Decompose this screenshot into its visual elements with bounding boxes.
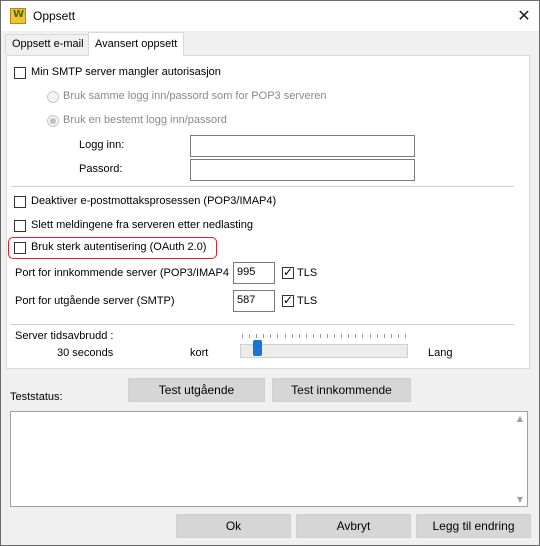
slider-tick (298, 334, 300, 338)
advanced-panel (6, 55, 530, 369)
slider-tick (242, 334, 243, 338)
tab-email-setup[interactable]: Oppsett e-mail (5, 34, 91, 54)
slider-tick (355, 334, 357, 338)
incoming-tls-checkbox[interactable] (282, 265, 294, 279)
incoming-port-input[interactable]: 995 (233, 262, 275, 284)
slider-tick (256, 334, 258, 338)
slider-tick (390, 334, 392, 338)
slider-tick (312, 334, 314, 338)
oauth-checkbox[interactable] (14, 242, 26, 254)
disable-receive-label: Deaktiver e-postmottaksprosessen (POP3/I… (31, 195, 277, 207)
divider (11, 324, 514, 325)
cancel-button[interactable]: Avbryt (296, 514, 411, 538)
divider (11, 186, 514, 187)
window-title: Oppsett (33, 9, 76, 23)
outgoing-port-input[interactable]: 587 (233, 290, 275, 312)
same-login-label: Bruk samme logg inn/passord som for POP3… (63, 90, 327, 102)
timeout-long-label: Lang (428, 347, 453, 359)
slider-tick (348, 334, 350, 338)
test-outgoing-button[interactable]: Test utgående (128, 378, 265, 402)
settings-window: W Oppsett ✕ Oppsett e-mail Avansert opps… (0, 0, 540, 546)
slider-tick (263, 334, 265, 338)
outgoing-tls-checkbox[interactable] (282, 293, 294, 307)
incoming-port-label: Port for innkommende server (POP3/IMAP4 (15, 267, 229, 279)
scroll-up-icon[interactable]: ▲ (515, 414, 525, 423)
disable-receive-checkbox[interactable] (14, 196, 26, 208)
oauth-label: Bruk sterk autentisering (OAuth 2.0) (31, 241, 207, 253)
slider-tick (291, 334, 293, 338)
login-label: Logg inn: (79, 139, 125, 151)
slider-tick (305, 334, 307, 338)
slider-tick (334, 334, 336, 338)
timeout-label: Server tidsavbrudd : (15, 330, 114, 342)
outgoing-port-label: Port for utgående server (SMTP) (15, 295, 175, 307)
smtp-missing-auth-label: Min SMTP server mangler autorisasjon (31, 66, 221, 78)
test-incoming-button[interactable]: Test innkommende (272, 378, 411, 402)
incoming-tls-label: TLS (297, 267, 318, 279)
timeout-slider-track[interactable] (240, 344, 408, 358)
close-icon[interactable]: ✕ (513, 5, 535, 27)
password-label: Passord: (79, 163, 123, 175)
test-status-area[interactable]: ▲ ▼ (10, 411, 528, 507)
title-bar: W Oppsett ✕ (1, 1, 539, 31)
slider-tick (369, 334, 371, 338)
slider-tick (376, 334, 378, 338)
slider-tick (327, 334, 329, 338)
specific-login-radio[interactable] (47, 115, 59, 127)
slider-tick (405, 334, 406, 338)
slider-tick (383, 334, 385, 338)
slider-tick (341, 334, 343, 338)
slider-tick (397, 334, 399, 338)
slider-tick (319, 334, 321, 338)
delete-messages-label: Slett meldingene fra serveren etter nedl… (31, 219, 253, 231)
test-status-label: Teststatus: (10, 391, 63, 403)
password-input[interactable] (190, 159, 415, 181)
login-input[interactable] (190, 135, 415, 157)
slider-tick (249, 334, 251, 338)
timeout-short-label: kort (190, 347, 209, 359)
timeout-slider-thumb[interactable] (252, 340, 262, 356)
timeout-value: 30 seconds (57, 347, 114, 359)
tab-advanced-setup[interactable]: Avansert oppsett (88, 32, 185, 56)
delete-messages-checkbox[interactable] (14, 220, 26, 232)
smtp-missing-auth-checkbox[interactable] (14, 67, 26, 79)
outgoing-tls-label: TLS (297, 295, 318, 307)
scroll-down-icon[interactable]: ▼ (515, 495, 525, 504)
slider-tick (270, 334, 272, 338)
slider-tick (362, 334, 364, 338)
add-change-button[interactable]: Legg til endring (416, 514, 531, 538)
app-icon-letter: W (13, 9, 25, 20)
slider-tick (284, 334, 286, 338)
specific-login-label: Bruk en bestemt logg inn/passord (63, 114, 227, 126)
slider-tick (277, 334, 279, 338)
same-login-radio[interactable] (47, 91, 59, 103)
ok-button[interactable]: Ok (176, 514, 291, 538)
app-icon: W (10, 8, 26, 24)
